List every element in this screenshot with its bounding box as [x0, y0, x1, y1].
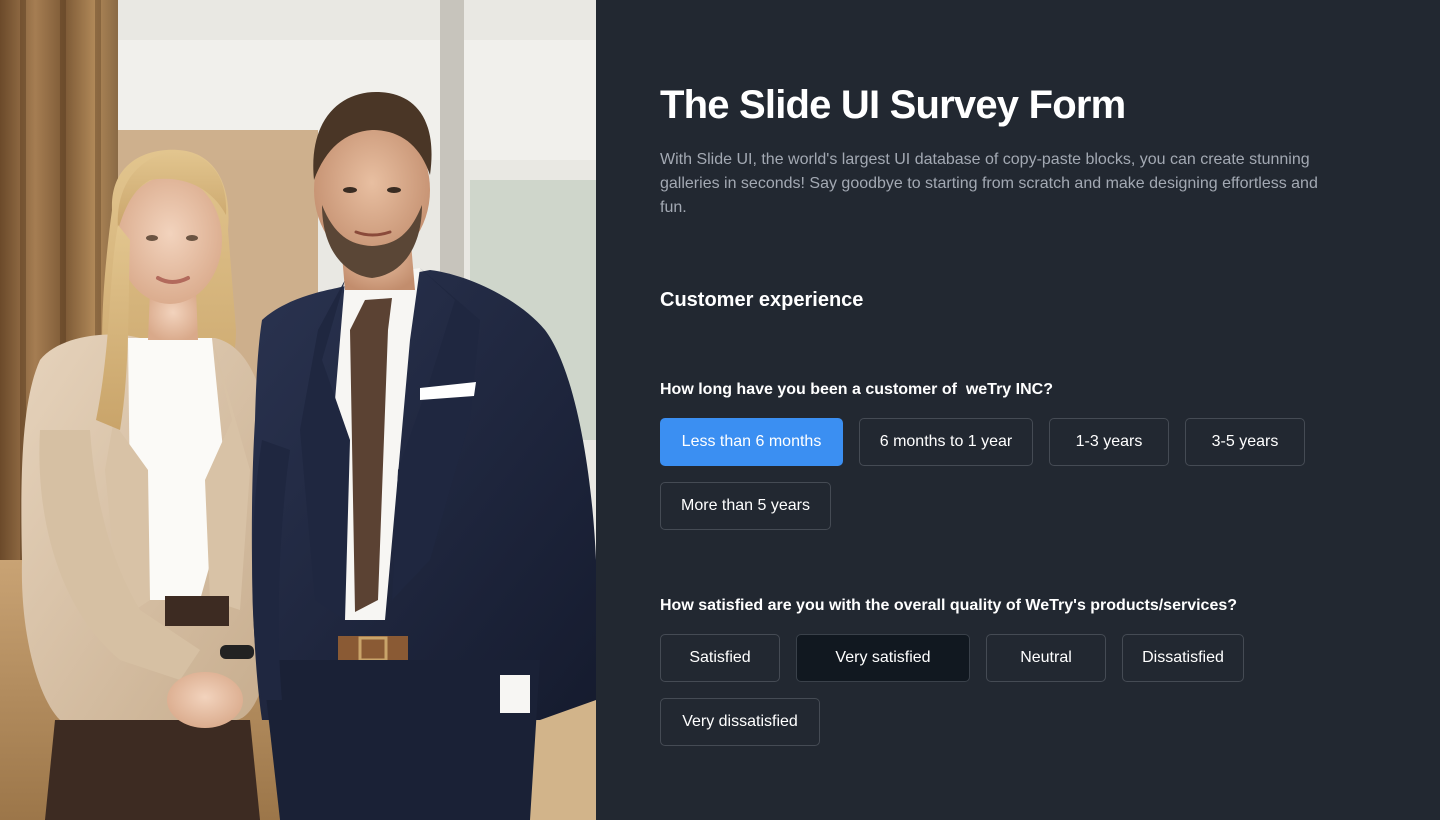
page-description: With Slide UI, the world's largest UI da…: [660, 151, 1318, 216]
option-more-than-5-years[interactable]: More than 5 years: [660, 482, 831, 530]
question-satisfaction: How satisfied are you with the overall q…: [660, 597, 1238, 614]
hero-photo: [0, 0, 596, 820]
satisfaction-options: Satisfied Very satisfied Neutral Dissati…: [660, 634, 1320, 746]
page-title: The Slide UI Survey Form: [660, 83, 1126, 127]
option-very-dissatisfied[interactable]: Very dissatisfied: [660, 698, 820, 746]
customer-duration-options: Less than 6 months 6 months to 1 year 1-…: [660, 418, 1320, 530]
question-customer-duration: How long have you been a customer of weT…: [660, 381, 1053, 398]
option-less-than-6-months[interactable]: Less than 6 months: [660, 418, 843, 466]
survey-form-panel: The Slide UI Survey Form With Slide UI, …: [596, 0, 1440, 820]
option-satisfied[interactable]: Satisfied: [660, 634, 780, 682]
option-dissatisfied[interactable]: Dissatisfied: [1122, 634, 1244, 682]
option-1-3-years[interactable]: 1-3 years: [1049, 418, 1169, 466]
business-people-photo: [0, 0, 596, 820]
option-3-5-years[interactable]: 3-5 years: [1185, 418, 1305, 466]
option-neutral[interactable]: Neutral: [986, 634, 1106, 682]
option-very-satisfied[interactable]: Very satisfied: [796, 634, 970, 682]
option-6-months-to-1-year[interactable]: 6 months to 1 year: [859, 418, 1033, 466]
survey-page: The Slide UI Survey Form With Slide UI, …: [0, 0, 1440, 820]
section-title: Customer experience: [660, 289, 864, 311]
